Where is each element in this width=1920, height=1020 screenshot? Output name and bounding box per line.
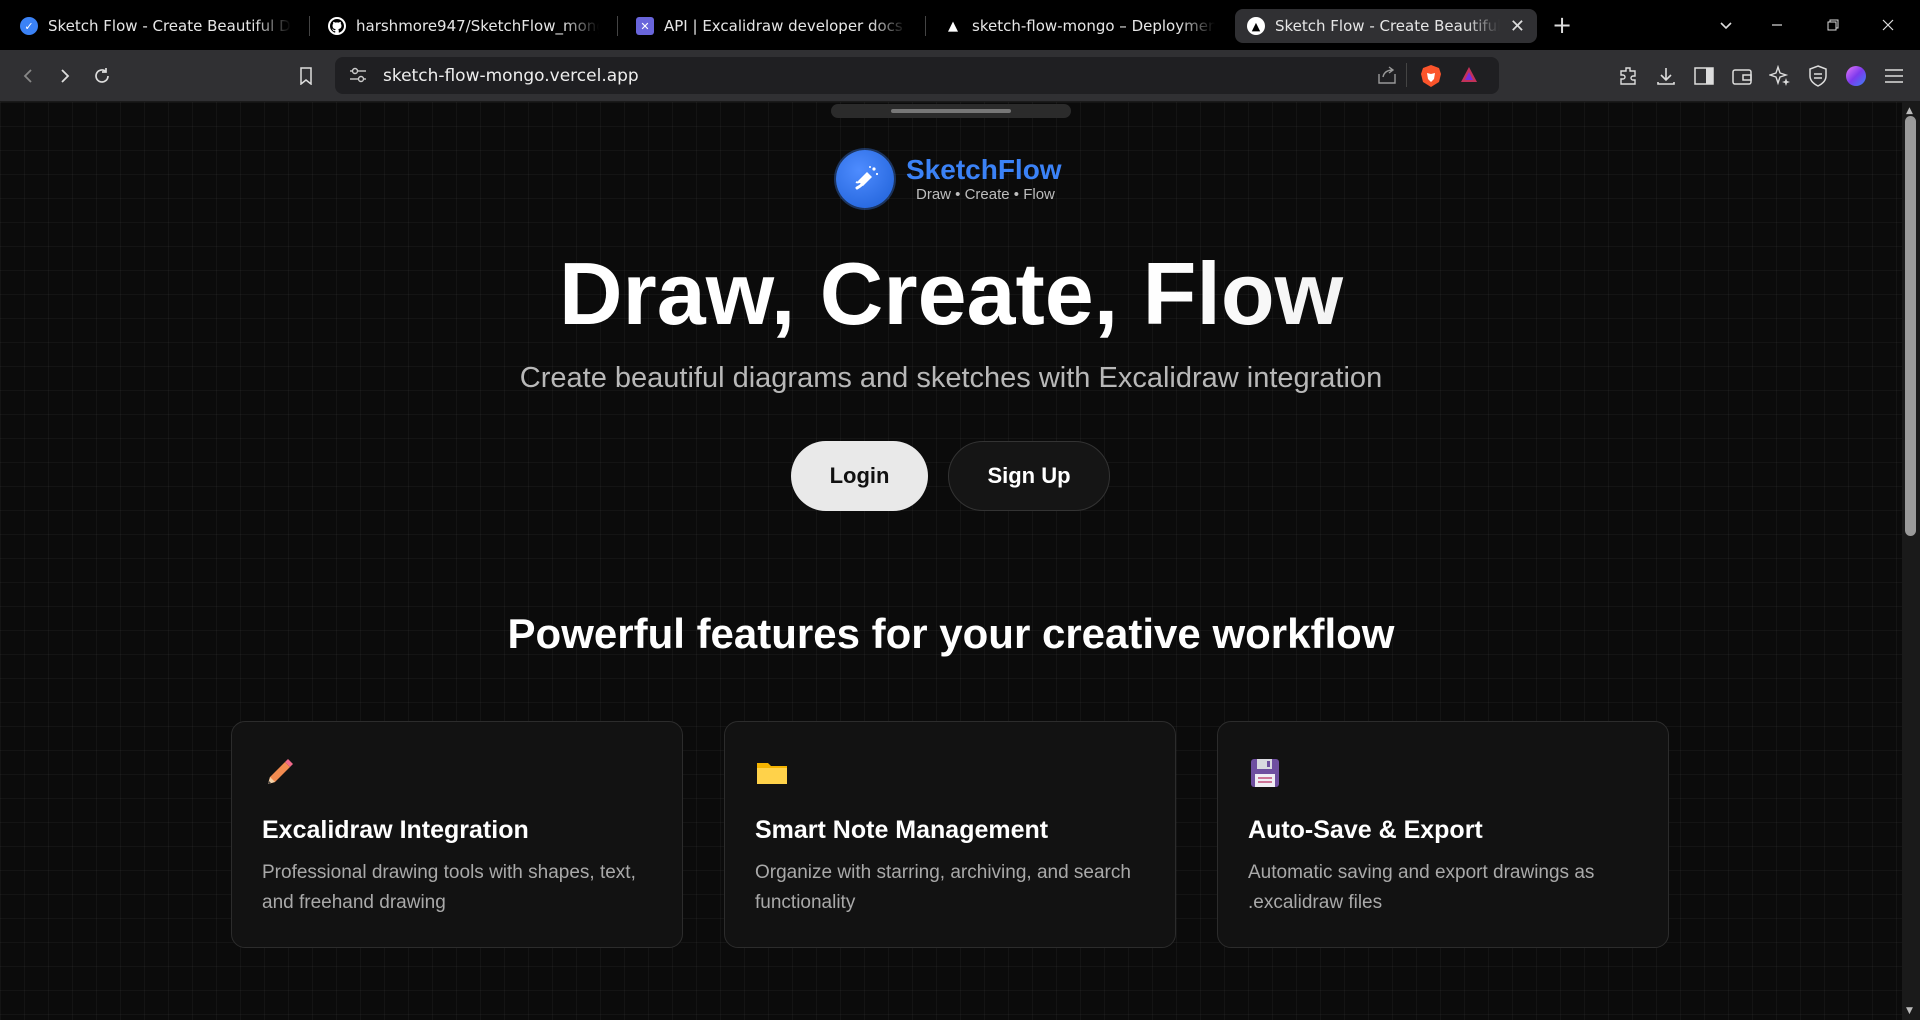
scroll-down-icon[interactable]: ▼ [1906, 1006, 1913, 1016]
forward-button[interactable] [51, 63, 79, 89]
tab-excalidraw-docs[interactable]: ✕ API | Excalidraw developer docs [624, 9, 919, 43]
profile-avatar-icon[interactable] [1843, 63, 1869, 89]
downloads-icon[interactable] [1653, 63, 1679, 89]
excalidraw-icon: ✕ [636, 17, 654, 35]
tab-title: harshmore947/SketchFlow_mongo: A [356, 17, 599, 35]
tab-strip: ✓ Sketch Flow - Create Beautiful Diagra … [0, 0, 1920, 50]
login-button[interactable]: Login [791, 441, 928, 511]
scroll-up-icon[interactable]: ▲ [1906, 106, 1913, 116]
vercel-icon: ▲ [1247, 17, 1265, 35]
sketchflow-logo-icon [836, 150, 894, 208]
feature-title: Auto-Save & Export [1248, 816, 1483, 844]
github-icon [328, 17, 346, 35]
hero-title: Draw, Create, Flow [0, 240, 1902, 348]
tab-search-chevron-icon[interactable] [1712, 12, 1740, 38]
tab-sketchflow-1[interactable]: ✓ Sketch Flow - Create Beautiful Diagra [8, 9, 303, 43]
close-tab-icon[interactable]: ✕ [1510, 16, 1525, 37]
tab-divider [925, 16, 926, 36]
floppy-disk-icon [1248, 756, 1282, 790]
drag-handle[interactable] [831, 104, 1071, 118]
minimize-button[interactable] [1763, 12, 1791, 38]
feature-description: Automatic saving and export drawings as … [1248, 862, 1595, 913]
brave-rewards-icon[interactable] [1459, 65, 1479, 89]
signup-button[interactable]: Sign Up [948, 441, 1110, 511]
brave-shields-icon[interactable] [1420, 64, 1442, 92]
extensions-icon[interactable] [1616, 63, 1642, 89]
divider [1406, 63, 1407, 87]
brand-name: SketchFlow [906, 154, 1062, 185]
tab-title: Sketch Flow - Create Beautiful Di [1275, 17, 1500, 35]
reload-button[interactable] [88, 63, 116, 89]
brand[interactable]: SketchFlow Draw • Create • Flow [836, 150, 1062, 208]
page-scrollbar[interactable]: ▲ ▼ [1902, 102, 1920, 1020]
tab-title: Sketch Flow - Create Beautiful Diagra [48, 17, 291, 35]
tab-github[interactable]: harshmore947/SketchFlow_mongo: A [316, 9, 611, 43]
feature-description: Organize with starring, archiving, and s… [755, 862, 1131, 913]
hero-subtitle: Create beautiful diagrams and sketches w… [519, 362, 1383, 394]
url-text[interactable]: sketch-flow-mongo.vercel.app [383, 66, 639, 86]
bookmark-icon[interactable] [292, 63, 320, 89]
menu-icon[interactable] [1881, 63, 1907, 89]
features-heading: Powerful features for your creative work… [507, 610, 1395, 657]
browser-toolbar: sketch-flow-mongo.vercel.app [0, 50, 1920, 102]
back-button[interactable] [14, 63, 42, 89]
site-settings-icon[interactable] [349, 67, 367, 87]
tab-sketchflow-active[interactable]: ▲ Sketch Flow - Create Beautiful Di ✕ [1235, 9, 1537, 43]
restore-button[interactable] [1819, 12, 1847, 38]
pencil-icon [262, 756, 296, 790]
tab-title: sketch-flow-mongo – Deployment O [972, 17, 1215, 35]
vercel-icon: ▲ [948, 18, 958, 34]
tab-title: API | Excalidraw developer docs [664, 17, 903, 35]
new-tab-button[interactable]: + [1548, 11, 1576, 39]
wallet-icon[interactable] [1729, 63, 1755, 89]
page-content: SketchFlow Draw • Create • Flow Draw, Cr… [0, 102, 1902, 1020]
address-bar[interactable]: sketch-flow-mongo.vercel.app [335, 57, 1499, 94]
close-window-button[interactable] [1874, 12, 1902, 38]
leo-ai-icon[interactable] [1767, 63, 1793, 89]
sketchflow-icon: ✓ [20, 17, 38, 35]
folder-icon [755, 756, 789, 790]
feature-title: Excalidraw Integration [262, 816, 529, 844]
brand-tagline: Draw • Create • Flow [916, 186, 1055, 203]
tab-divider [617, 16, 618, 36]
scrollbar-thumb[interactable] [1905, 116, 1916, 536]
feature-card: Excalidraw Integration Professional draw… [231, 721, 683, 948]
feature-card: Auto-Save & Export Automatic saving and … [1217, 721, 1669, 948]
sidebar-icon[interactable] [1691, 63, 1717, 89]
feature-description: Professional drawing tools with shapes, … [262, 862, 636, 913]
tab-vercel-deployment[interactable]: ▲ sketch-flow-mongo – Deployment O [932, 9, 1227, 43]
feature-card: Smart Note Management Organize with star… [724, 721, 1176, 948]
vpn-shield-icon[interactable] [1805, 63, 1831, 89]
share-icon[interactable] [1377, 66, 1397, 88]
tab-divider [309, 16, 310, 36]
feature-title: Smart Note Management [755, 816, 1049, 844]
